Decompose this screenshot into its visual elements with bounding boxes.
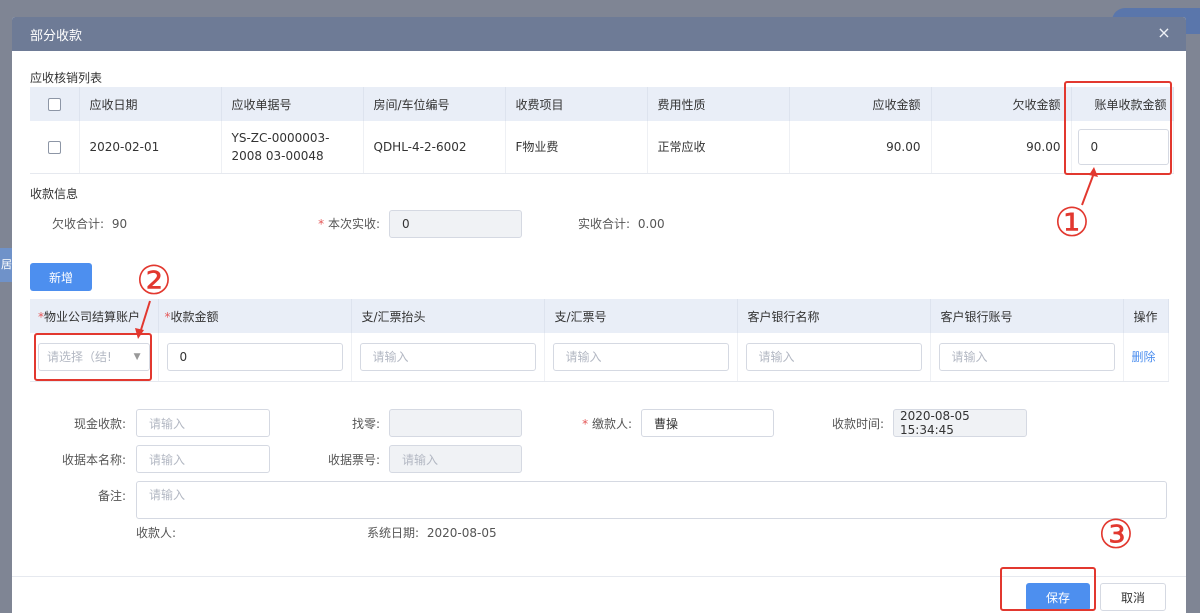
cell-item: F物业费 bbox=[505, 121, 648, 174]
change-input[interactable] bbox=[389, 409, 522, 437]
accounts-header-row: *物业公司结算账户 *收款金额 支/汇票抬头 支/汇票号 客户银行名称 客户银行… bbox=[30, 299, 1169, 333]
cash-input[interactable]: 请输入 bbox=[136, 409, 270, 437]
add-account-button[interactable]: 新增 bbox=[30, 263, 92, 291]
owed-total-value: 90 bbox=[111, 217, 128, 231]
partial-payment-dialog: 部分收款 × 应收核销列表 应收日期 应收单据号 房间/车位编号 收费项目 费用… bbox=[12, 17, 1186, 613]
cell-owed-amount: 90.00 bbox=[931, 121, 1072, 174]
backdrop-side-tab: 居 bbox=[0, 248, 12, 282]
bank-account-input[interactable]: 请输入 bbox=[938, 342, 1115, 371]
col-owed-amount: 欠收金额 bbox=[931, 87, 1072, 121]
change-label: 找零: bbox=[351, 417, 380, 431]
cancel-button[interactable]: 取消 bbox=[1100, 583, 1166, 611]
col-doc-no: 应收单据号 bbox=[221, 87, 364, 121]
col-bank-name: 客户银行名称 bbox=[737, 299, 931, 333]
payer-input[interactable]: 曹操 bbox=[641, 409, 774, 437]
col-receivable-amount: 应收金额 bbox=[789, 87, 932, 121]
cell-doc-no: YS-ZC-0000003-2008 03-00048 bbox=[221, 121, 364, 174]
remark-textarea[interactable]: 请输入 bbox=[136, 481, 1167, 519]
cell-nature: 正常应收 bbox=[647, 121, 790, 174]
receivable-table: 应收日期 应收单据号 房间/车位编号 收费项目 费用性质 应收金额 欠收金额 账… bbox=[30, 87, 1174, 174]
cash-label: 现金收款: bbox=[73, 417, 126, 431]
close-icon[interactable]: × bbox=[1156, 25, 1172, 41]
row-checkbox[interactable] bbox=[47, 140, 61, 154]
accounts-table: *物业公司结算账户 *收款金额 支/汇票抬头 支/汇票号 客户银行名称 客户银行… bbox=[30, 299, 1169, 382]
dialog-header: 部分收款 × bbox=[12, 17, 1186, 51]
actual-total-value: 0.00 bbox=[637, 217, 665, 231]
col-room: 房间/车位编号 bbox=[363, 87, 506, 121]
annotation-marker-3: ③ bbox=[1098, 512, 1134, 558]
col-receivable-date: 应收日期 bbox=[79, 87, 222, 121]
col-payment-amount: 收款金额 bbox=[170, 309, 219, 324]
col-bank-account: 客户银行账号 bbox=[930, 299, 1124, 333]
col-settlement-account: 物业公司结算账户 bbox=[44, 309, 141, 324]
receipt-no-input[interactable]: 请输入 bbox=[389, 445, 522, 473]
actual-total-label: 实收合计: bbox=[578, 217, 631, 231]
receipt-book-input[interactable]: 请输入 bbox=[136, 445, 270, 473]
current-paid-input[interactable]: 0 bbox=[389, 210, 522, 238]
payment-amount-input[interactable]: 0 bbox=[166, 342, 343, 371]
time-input[interactable]: 2020-08-05 15:34:45 bbox=[893, 409, 1027, 437]
sys-date-label: 系统日期: bbox=[367, 526, 420, 540]
col-operation: 操作 bbox=[1123, 299, 1169, 333]
col-draft-no: 支/汇票号 bbox=[544, 299, 738, 333]
sys-date-value: 2020-08-05 bbox=[426, 526, 497, 540]
select-all-checkbox[interactable] bbox=[47, 98, 61, 111]
col-nature: 费用性质 bbox=[647, 87, 790, 121]
draft-no-input[interactable]: 请输入 bbox=[552, 342, 729, 371]
col-draft-title: 支/汇票抬头 bbox=[351, 299, 545, 333]
delete-link[interactable]: 删除 bbox=[1123, 333, 1169, 382]
cell-date: 2020-02-01 bbox=[79, 121, 222, 174]
table-row: 2020-02-01 YS-ZC-0000003-2008 03-00048 Q… bbox=[30, 121, 1174, 174]
annotation-box-1 bbox=[1064, 81, 1172, 175]
col-item: 收费项目 bbox=[505, 87, 648, 121]
payer-label: 缴款人: bbox=[591, 417, 632, 431]
remark-label: 备注: bbox=[97, 489, 126, 503]
receipt-book-label: 收据本名称: bbox=[61, 453, 126, 467]
dialog-title: 部分收款 bbox=[30, 28, 83, 44]
annotation-arrow-2 bbox=[135, 300, 151, 339]
draft-title-input[interactable]: 请输入 bbox=[359, 342, 536, 371]
annotation-marker-1: ① bbox=[1054, 200, 1090, 246]
required-mark: * bbox=[318, 217, 325, 231]
bank-name-input[interactable]: 请输入 bbox=[745, 342, 922, 371]
receipt-no-label: 收据票号: bbox=[327, 453, 380, 467]
receivable-header-row: 应收日期 应收单据号 房间/车位编号 收费项目 费用性质 应收金额 欠收金额 账… bbox=[30, 87, 1174, 121]
table-row: 请选择（结! ▼ 0 请输入 请输入 请输入 请输入 删除 bbox=[30, 333, 1169, 382]
current-paid-label: 本次实收: bbox=[327, 217, 380, 231]
time-label: 收款时间: bbox=[831, 417, 884, 431]
annotation-box-3 bbox=[1000, 567, 1096, 611]
receiver-label: 收款人: bbox=[136, 526, 177, 540]
receivable-section-title: 应收核销列表 bbox=[30, 71, 103, 85]
annotation-marker-2: ② bbox=[136, 258, 172, 304]
owed-total-label: 欠收合计: bbox=[52, 217, 105, 231]
cell-room: QDHL-4-2-6002 bbox=[363, 121, 506, 174]
annotation-box-2 bbox=[34, 333, 152, 381]
cell-receivable-amount: 90.00 bbox=[789, 121, 932, 174]
collection-section-title: 收款信息 bbox=[30, 187, 79, 201]
required-mark: * bbox=[582, 417, 589, 431]
